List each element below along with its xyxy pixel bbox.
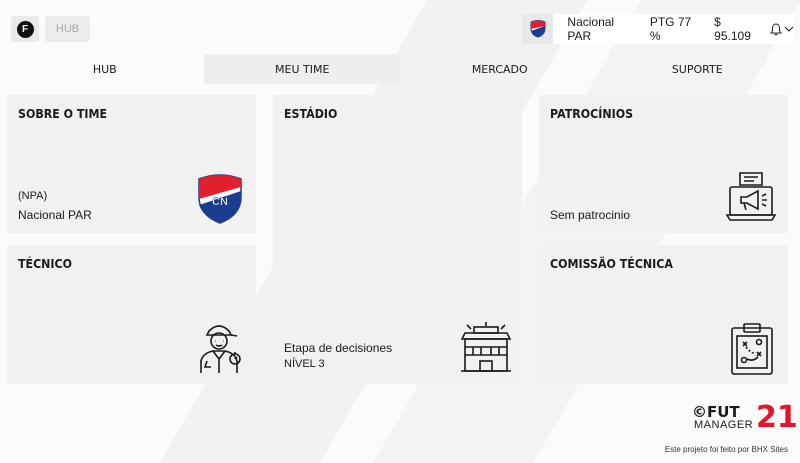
coach-icon <box>195 321 245 380</box>
chevron-down-icon <box>784 26 794 32</box>
fut-logo-icon: F <box>16 20 34 38</box>
bell-icon <box>770 22 783 35</box>
team-name: Nacional PAR <box>567 15 615 43</box>
card-title: PATROCÍNIOS <box>550 107 634 121</box>
notifications-button[interactable] <box>770 22 794 36</box>
card-estadio[interactable]: ESTÁDIO Etapa de decisiones NÍVEL 3 <box>273 95 522 384</box>
card-title: ESTÁDIO <box>284 107 338 121</box>
tactics-clipboard-icon <box>729 322 775 381</box>
card-tecnico[interactable]: TÉCNICO <box>7 245 256 384</box>
money-value: $ 95.109 <box>714 15 751 43</box>
team-name: Nacional PAR <box>18 208 92 222</box>
footer-credit: Este projeto foi feito por BHX Sites <box>664 445 788 454</box>
tab-mercado[interactable]: MERCADO <box>401 54 599 84</box>
fut-manager-21-logo: ©FUT MANAGER 21 <box>692 403 798 437</box>
sponsorship-megaphone-icon <box>725 171 777 228</box>
ptg-value: PTG 77 % <box>649 15 692 43</box>
tab-meu-time[interactable]: MEU TIME <box>203 54 401 84</box>
card-patrocinios[interactable]: PATROCÍNIOS Sem patrocinio <box>539 95 788 233</box>
card-title: COMISSÃO TÉCNICA <box>550 257 673 271</box>
main-tabs: HUB MEU TIME MERCADO SUPORTE <box>6 54 796 84</box>
home-logo-button[interactable]: F <box>11 16 39 42</box>
team-crest-icon: CN <box>197 173 243 230</box>
stadium-icon <box>459 321 513 380</box>
team-status-bar: Nacional PAR PTG 77 % $ 95.109 <box>522 14 794 44</box>
team-abbreviation: (NPA) <box>18 190 48 202</box>
card-comissao-tecnica[interactable]: COMISSÃO TÉCNICA <box>539 245 788 384</box>
team-crest-icon <box>522 14 554 44</box>
card-title: SOBRE O TIME <box>18 107 108 121</box>
card-title: TÉCNICO <box>18 257 73 271</box>
tab-hub[interactable]: HUB <box>6 54 204 84</box>
brand-year: 21 <box>756 400 798 435</box>
brand-manager: MANAGER <box>694 419 754 431</box>
card-sobre-o-time[interactable]: SOBRE O TIME (NPA) Nacional PAR CN <box>7 95 256 233</box>
breadcrumb-hub[interactable]: HUB <box>45 16 90 42</box>
crest-text: CN <box>212 196 228 208</box>
stadium-level: NÍVEL 3 <box>284 358 325 370</box>
top-bar: F HUB Nacional PAR PTG 77 % $ 95.109 <box>0 0 800 54</box>
sponsorship-status: Sem patrocinio <box>550 208 631 222</box>
stadium-name: Etapa de decisiones <box>284 341 393 355</box>
tab-suporte[interactable]: SUPORTE <box>599 54 797 84</box>
